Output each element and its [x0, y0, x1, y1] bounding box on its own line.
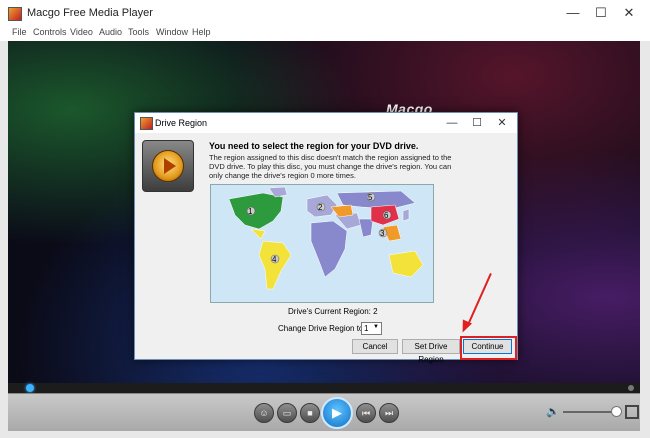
- map-region-6-label: 6: [384, 211, 389, 220]
- region-map: 1 2 3 4 5 6: [210, 184, 434, 303]
- dialog-close-button[interactable]: ✕: [491, 114, 513, 132]
- dialog-heading: You need to select the region for your D…: [209, 141, 419, 151]
- dialog-message: The region assigned to this disc doesn't…: [209, 153, 452, 180]
- previous-icon[interactable]: ⏮: [356, 403, 376, 423]
- menu-window[interactable]: Window: [156, 27, 188, 37]
- map-region-5-label: 5: [368, 193, 373, 202]
- menu-video[interactable]: Video: [70, 27, 93, 37]
- menu-tools[interactable]: Tools: [128, 27, 149, 37]
- control-bar: ☺ ▭ ■ ▶ ⏮ ⏭ 🔈: [8, 393, 640, 431]
- window-title: Macgo Free Media Player: [27, 7, 153, 19]
- cancel-button[interactable]: Cancel: [352, 339, 398, 354]
- volume-knob[interactable]: [611, 406, 622, 417]
- app-icon: [8, 7, 22, 21]
- volume-slider[interactable]: [563, 411, 618, 413]
- next-icon[interactable]: ⏭: [379, 403, 399, 423]
- map-region-4-label: 4: [272, 255, 277, 264]
- dialog-app-icon: [140, 117, 153, 130]
- volume-icon[interactable]: 🔈: [546, 405, 560, 418]
- user-icon[interactable]: ☺: [254, 403, 274, 423]
- play-button[interactable]: ▶: [321, 397, 353, 429]
- title-bar: Macgo Free Media Player — ☐ ✕: [0, 0, 650, 25]
- menu-controls[interactable]: Controls: [33, 27, 67, 37]
- fullscreen-icon[interactable]: [625, 405, 639, 419]
- seek-knob[interactable]: [26, 384, 34, 392]
- menu-file[interactable]: File: [12, 27, 27, 37]
- map-region-3-label: 3: [380, 229, 385, 238]
- menu-help[interactable]: Help: [192, 27, 211, 37]
- player-logo-icon: [142, 140, 194, 192]
- close-button[interactable]: ✕: [612, 0, 646, 25]
- menu-audio[interactable]: Audio: [99, 27, 122, 37]
- drive-region-dialog: Drive Region — ☐ ✕ You need to select th…: [134, 112, 518, 364]
- map-region-2-label: 2: [318, 203, 323, 212]
- map-region-1-label: 1: [248, 207, 253, 216]
- dialog-title: Drive Region: [155, 118, 208, 128]
- menu-bar: File Controls Video Audio Tools Window H…: [0, 25, 650, 41]
- chevron-down-icon[interactable]: ▼: [373, 322, 379, 333]
- continue-highlight-box: [460, 336, 517, 360]
- seek-bar[interactable]: [8, 383, 640, 393]
- current-region-text: Drive's Current Region: 2: [288, 307, 378, 316]
- change-region-label: Change Drive Region to:: [278, 324, 366, 333]
- folder-icon[interactable]: ▭: [277, 403, 297, 423]
- stop-icon[interactable]: ■: [300, 403, 320, 423]
- dialog-maximize-button[interactable]: ☐: [466, 114, 488, 132]
- set-drive-region-button[interactable]: Set Drive Region: [402, 339, 460, 364]
- seek-end-marker: [628, 385, 634, 391]
- dialog-minimize-button[interactable]: —: [441, 114, 463, 132]
- dialog-title-bar: Drive Region — ☐ ✕: [135, 113, 517, 133]
